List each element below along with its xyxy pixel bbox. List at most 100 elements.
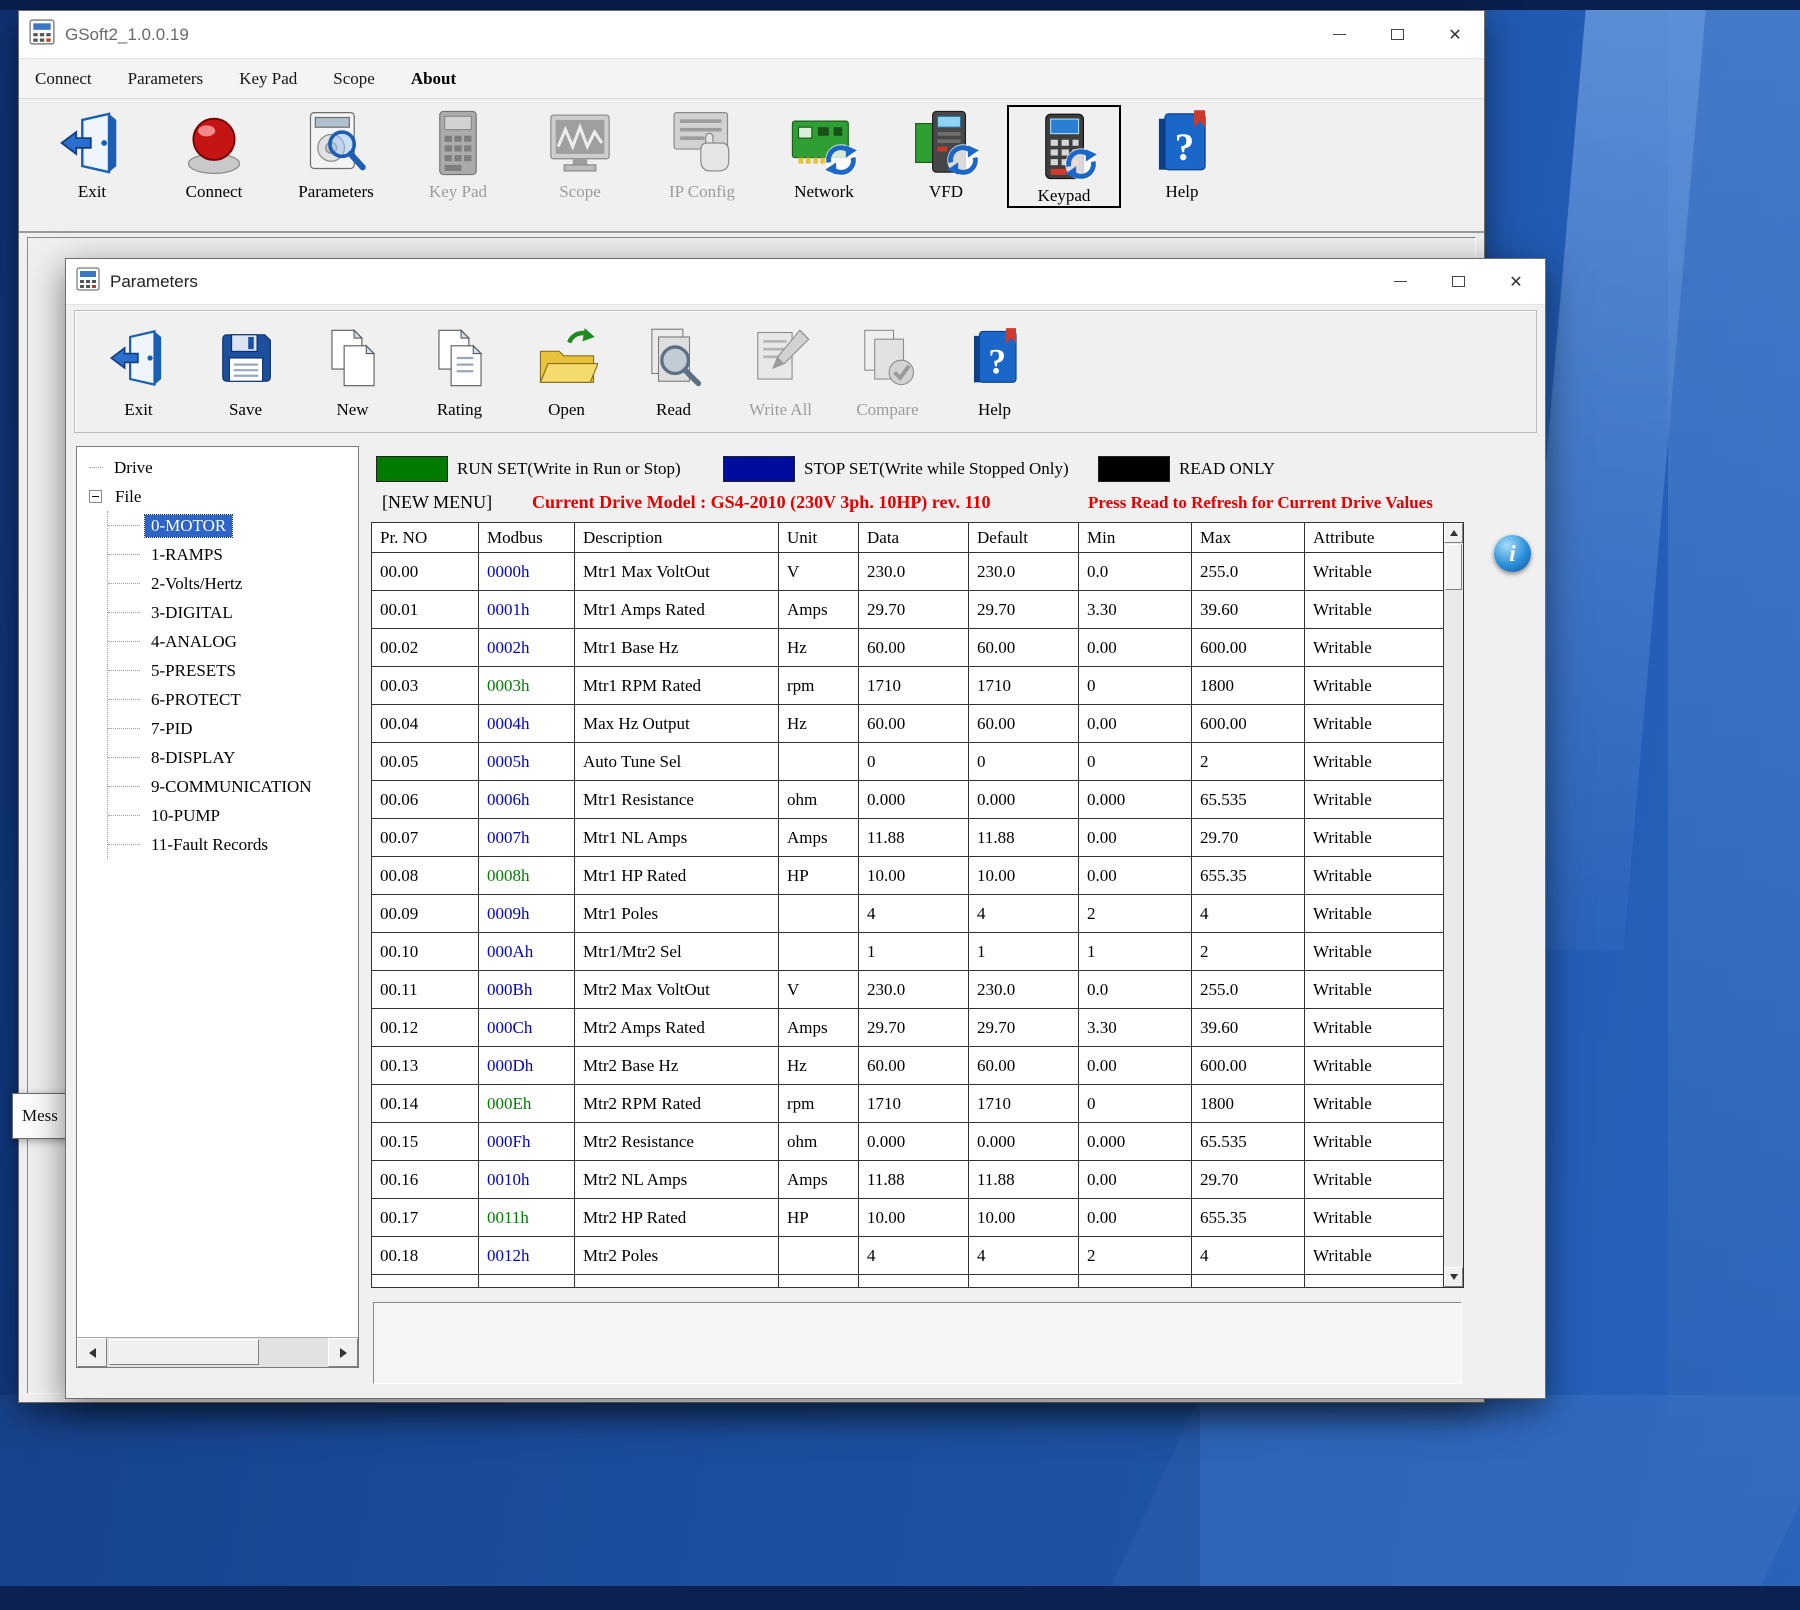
tree-item-drive[interactable]: Drive xyxy=(77,453,358,482)
table-row[interactable]: 00.10000AhMtr1/Mtr2 Sel1112Writable xyxy=(372,933,1443,971)
cell: 11.88 xyxy=(859,1161,969,1198)
params-maximize-button[interactable] xyxy=(1429,259,1487,304)
cell: Writable xyxy=(1305,781,1443,818)
cell: 600.00 xyxy=(1192,1047,1305,1084)
tree-item-11-fault-records[interactable]: 11-Fault Records xyxy=(108,830,358,859)
info-icon[interactable]: i xyxy=(1494,535,1531,572)
table-row[interactable]: 00.11000BhMtr2 Max VoltOutV230.0230.00.0… xyxy=(372,971,1443,1009)
tree-item-0-motor[interactable]: 0-MOTOR xyxy=(108,511,358,540)
cell: rpm xyxy=(779,667,859,704)
table-row[interactable]: 00.080008hMtr1 HP RatedHP10.0010.000.006… xyxy=(372,857,1443,895)
tree-item-9-communication[interactable]: 9-COMMUNICATION xyxy=(108,772,358,801)
table-vertical-scrollbar[interactable] xyxy=(1443,523,1463,1287)
cell: Mtr1 Amps Rated xyxy=(575,591,779,628)
params-new-button[interactable]: New xyxy=(299,316,406,420)
params-minimize-button[interactable] xyxy=(1371,259,1429,304)
table-row[interactable]: 00.090009hMtr1 Poles4424Writable xyxy=(372,895,1443,933)
scrollbar-thumb[interactable] xyxy=(1445,544,1462,590)
tree-item-1-ramps[interactable]: 1-RAMPS xyxy=(108,540,358,569)
tree-item-10-pump[interactable]: 10-PUMP xyxy=(108,801,358,830)
scroll-down-button[interactable] xyxy=(1444,1267,1463,1287)
main-menu-bar: Connect Parameters Key Pad Scope About xyxy=(19,59,1484,99)
keypad-gray-icon xyxy=(424,105,492,181)
toolbar-exit-button[interactable]: Exit xyxy=(31,105,153,202)
tree-item-file[interactable]: File xyxy=(77,482,358,511)
cell: 60.00 xyxy=(969,1047,1079,1084)
tree-item-label: 3-DIGITAL xyxy=(145,602,239,624)
cell: Amps xyxy=(779,591,859,628)
main-close-button[interactable]: ✕ xyxy=(1426,11,1484,58)
toolbar-connect-button[interactable]: Connect xyxy=(153,105,275,202)
cell: 29.70 xyxy=(859,1009,969,1046)
scroll-right-button[interactable] xyxy=(328,1338,358,1367)
menu-item-parameters[interactable]: Parameters xyxy=(128,69,204,89)
main-minimize-button[interactable] xyxy=(1310,11,1368,58)
params-exit-button[interactable]: Exit xyxy=(85,316,192,420)
scroll-left-button[interactable] xyxy=(77,1338,107,1367)
cell: ohm xyxy=(779,781,859,818)
table-row[interactable]: 00.050005hAuto Tune Sel0002Writable xyxy=(372,743,1443,781)
tree-item-7-pid[interactable]: 7-PID xyxy=(108,714,358,743)
scrollbar-thumb[interactable] xyxy=(109,1339,259,1365)
run-set-swatch xyxy=(376,456,448,482)
params-read-button[interactable]: Read xyxy=(620,316,727,420)
cell: 0000h xyxy=(479,553,575,590)
cell: 1800 xyxy=(1192,1085,1305,1122)
table-row[interactable]: 00.020002hMtr1 Base HzHz60.0060.000.0060… xyxy=(372,629,1443,667)
menu-item-about[interactable]: About xyxy=(411,69,456,89)
main-maximize-button[interactable] xyxy=(1368,11,1426,58)
menu-item-key-pad[interactable]: Key Pad xyxy=(239,69,297,89)
parameters-icon xyxy=(302,105,370,181)
scroll-up-button[interactable] xyxy=(1444,523,1463,543)
cell: 0.00 xyxy=(1079,629,1192,666)
table-row[interactable]: 00.190013hReserved00065535Read Only xyxy=(372,1275,1443,1287)
table-row[interactable]: 00.14000EhMtr2 RPM Ratedrpm1710171001800… xyxy=(372,1085,1443,1123)
main-titlebar[interactable]: GSoft2_1.0.0.19 ✕ xyxy=(19,11,1484,59)
toolbar-network-button[interactable]: Network xyxy=(763,105,885,202)
cell: Writable xyxy=(1305,933,1443,970)
tree-item-6-protect[interactable]: 6-PROTECT xyxy=(108,685,358,714)
toolbar-help-button[interactable]: ? Help xyxy=(1121,105,1243,202)
tree-item-3-digital[interactable]: 3-DIGITAL xyxy=(108,598,358,627)
params-close-button[interactable]: ✕ xyxy=(1487,259,1545,304)
table-row[interactable]: 00.160010hMtr2 NL AmpsAmps11.8811.880.00… xyxy=(372,1161,1443,1199)
cell: 39.60 xyxy=(1192,1009,1305,1046)
table-row[interactable]: 00.13000DhMtr2 Base HzHz60.0060.000.0060… xyxy=(372,1047,1443,1085)
cell: 000Bh xyxy=(479,971,575,1008)
toolbar-vfd-button[interactable]: VFD xyxy=(885,105,1007,202)
params-save-button[interactable]: Save xyxy=(192,316,299,420)
table-row[interactable]: 00.070007hMtr1 NL AmpsAmps11.8811.880.00… xyxy=(372,819,1443,857)
tree-item-4-analog[interactable]: 4-ANALOG xyxy=(108,627,358,656)
cell: 1 xyxy=(859,933,969,970)
params-help-button[interactable]: ? Help xyxy=(941,316,1048,420)
tree-item-8-display[interactable]: 8-DISPLAY xyxy=(108,743,358,772)
cell: 4 xyxy=(969,895,1079,932)
cell: Mtr1/Mtr2 Sel xyxy=(575,933,779,970)
table-row[interactable]: 00.12000ChMtr2 Amps RatedAmps29.7029.703… xyxy=(372,1009,1443,1047)
collapse-icon[interactable] xyxy=(89,490,102,503)
table-row[interactable]: 00.170011hMtr2 HP RatedHP10.0010.000.006… xyxy=(372,1199,1443,1237)
tree-item-2-volts-hertz[interactable]: 2-Volts/Hertz xyxy=(108,569,358,598)
parameters-titlebar[interactable]: Parameters ✕ xyxy=(66,259,1545,305)
table-row[interactable]: 00.000000hMtr1 Max VoltOutV230.0230.00.0… xyxy=(372,553,1443,591)
params-rating-button[interactable]: Rating xyxy=(406,316,513,420)
table-row[interactable]: 00.040004hMax Hz OutputHz60.0060.000.006… xyxy=(372,705,1443,743)
tree-horizontal-scrollbar[interactable] xyxy=(77,1337,358,1367)
params-open-button[interactable]: Open xyxy=(513,316,620,420)
table-row[interactable]: 00.030003hMtr1 RPM Ratedrpm1710171001800… xyxy=(372,667,1443,705)
toolbar-parameters-button[interactable]: Parameters xyxy=(275,105,397,202)
tree-item-5-presets[interactable]: 5-PRESETS xyxy=(108,656,358,685)
table-header: Pr. NOModbusDescriptionUnitDataDefaultMi… xyxy=(372,523,1443,553)
maximize-icon xyxy=(1391,29,1404,40)
table-row[interactable]: 00.15000FhMtr2 Resistanceohm0.0000.0000.… xyxy=(372,1123,1443,1161)
menu-item-scope[interactable]: Scope xyxy=(333,69,375,89)
scrollbar-track[interactable] xyxy=(107,1338,328,1367)
cell: 4 xyxy=(859,895,969,932)
toolbar-keypad-button[interactable]: Keypad xyxy=(1007,105,1121,208)
column-header-max: Max xyxy=(1192,523,1305,552)
cell: Mtr1 Base Hz xyxy=(575,629,779,666)
table-row[interactable]: 00.010001hMtr1 Amps RatedAmps29.7029.703… xyxy=(372,591,1443,629)
table-row[interactable]: 00.060006hMtr1 Resistanceohm0.0000.0000.… xyxy=(372,781,1443,819)
menu-item-connect[interactable]: Connect xyxy=(35,69,92,89)
table-row[interactable]: 00.180012hMtr2 Poles4424Writable xyxy=(372,1237,1443,1275)
